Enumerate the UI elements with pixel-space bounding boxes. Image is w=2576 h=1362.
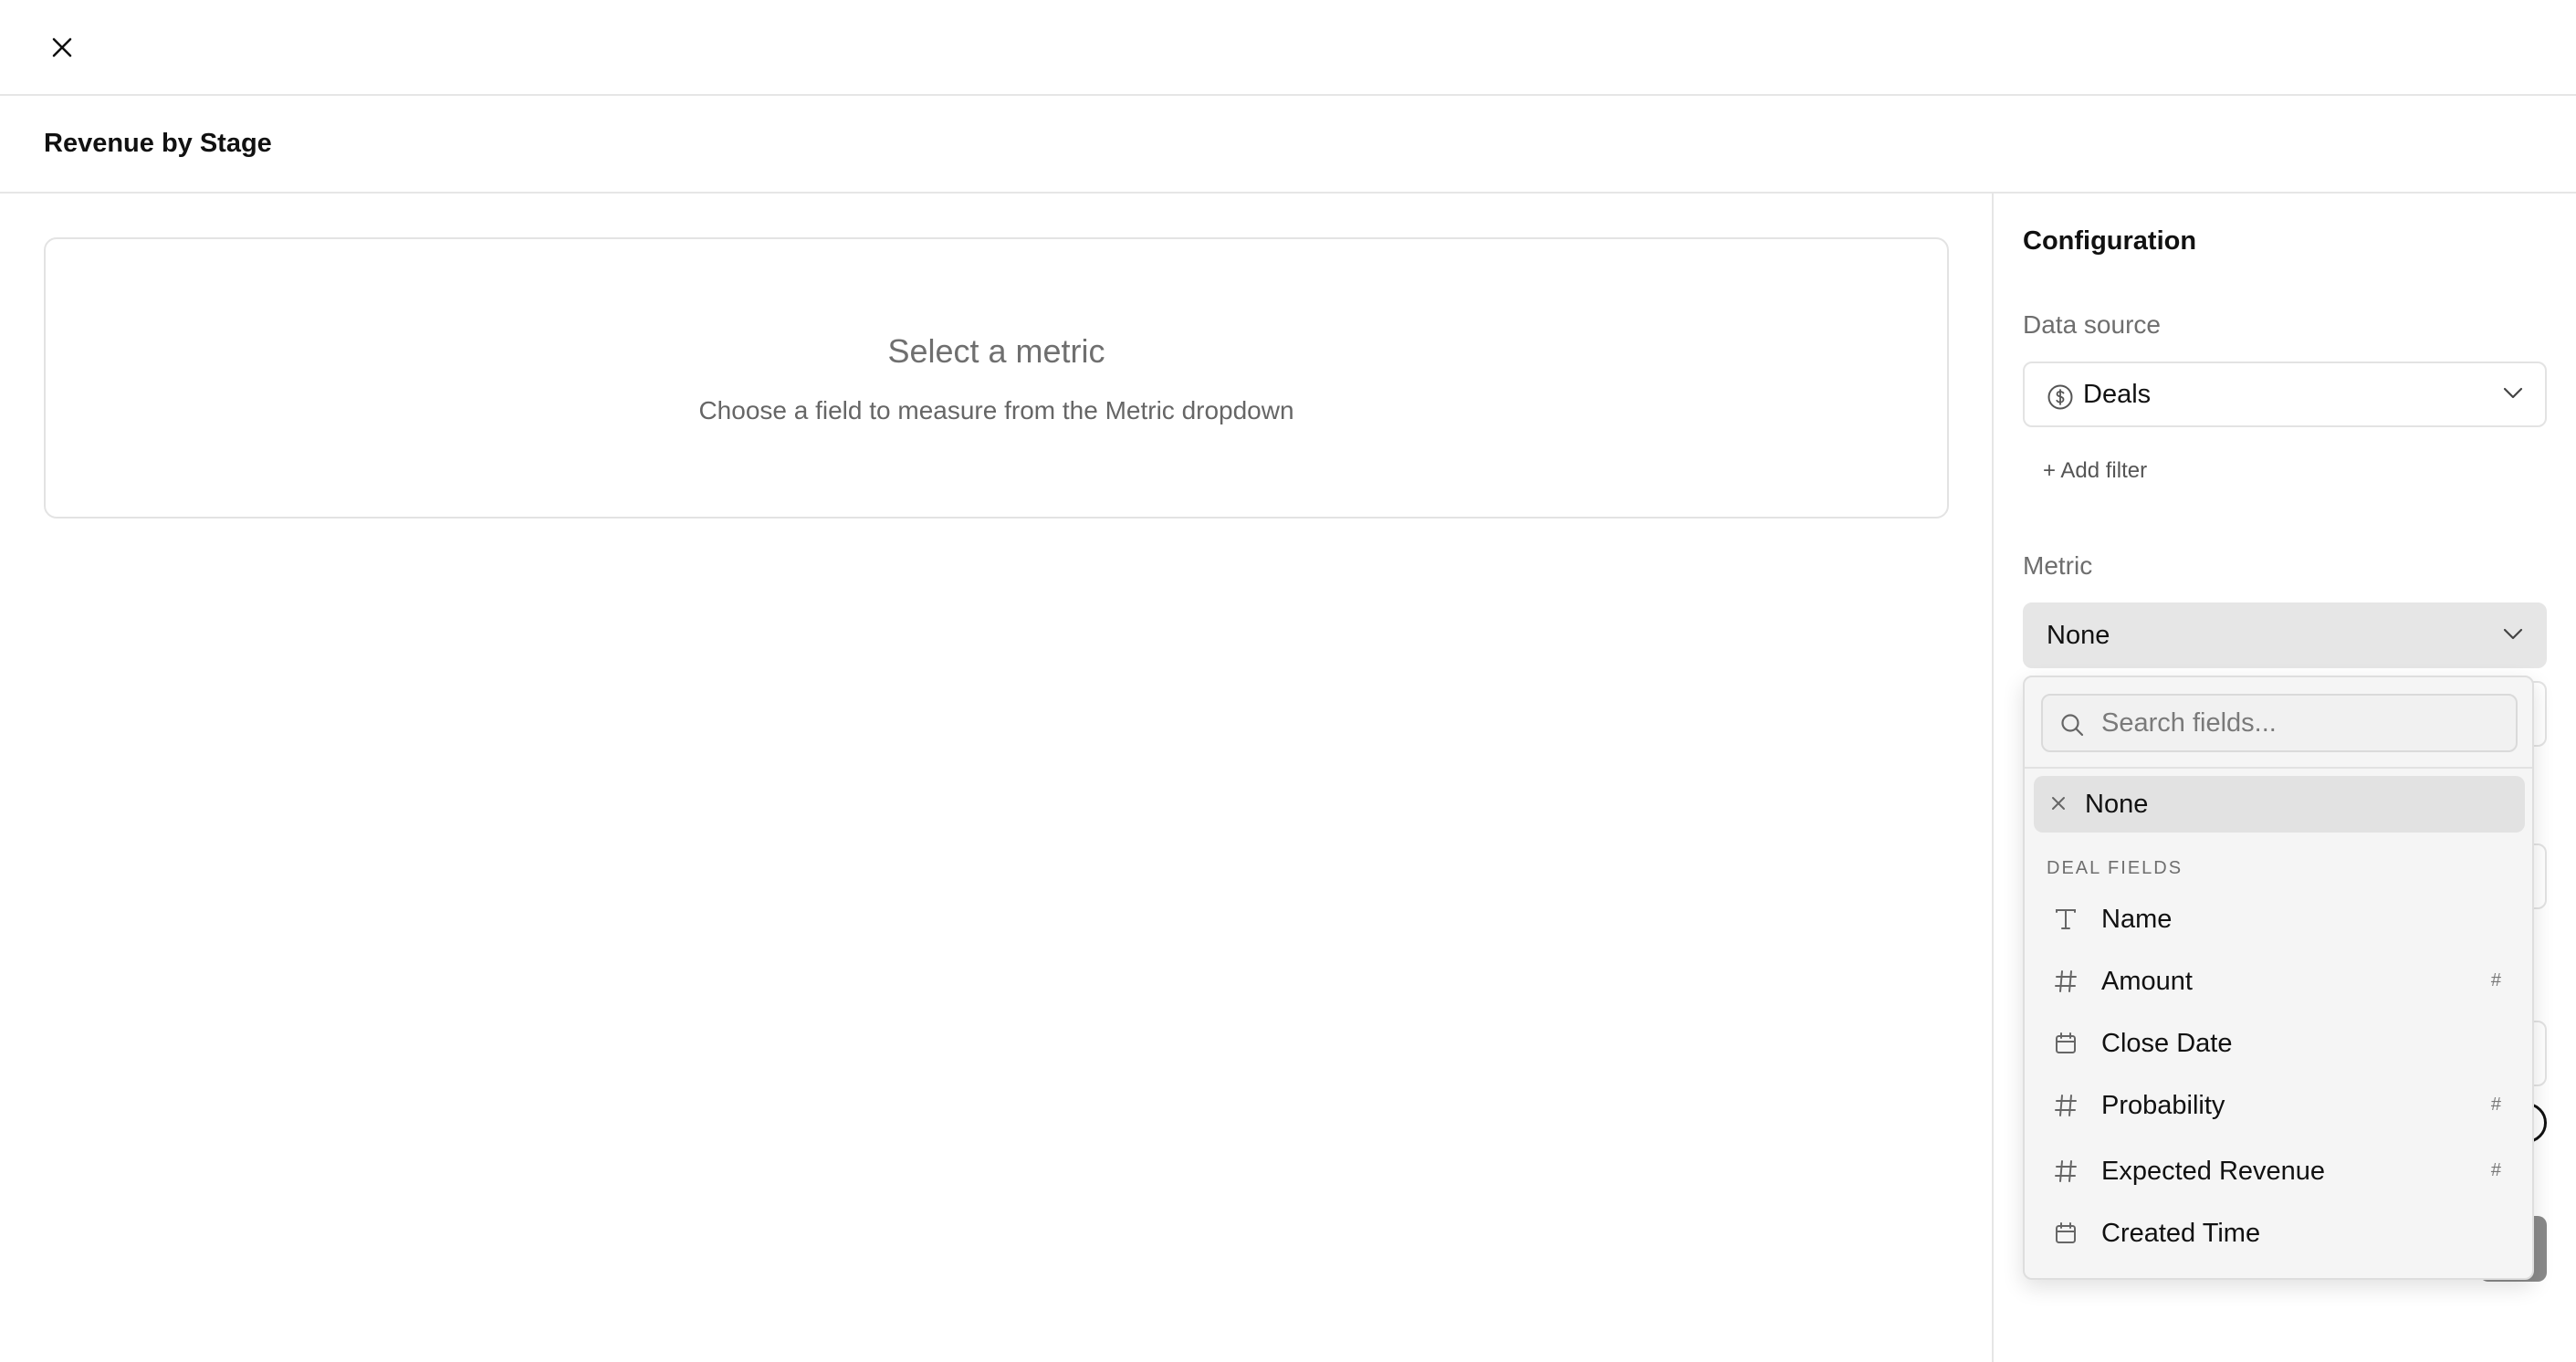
metric-value: None bbox=[2047, 620, 2110, 650]
search-input[interactable] bbox=[2101, 707, 2503, 739]
option-label: Created Time bbox=[2101, 1218, 2261, 1248]
option-label: Expected Revenue bbox=[2101, 1156, 2326, 1186]
number-badge: # bbox=[2490, 1095, 2501, 1115]
option-name[interactable]: Name bbox=[2034, 891, 2525, 948]
hash-icon bbox=[2054, 1094, 2078, 1117]
option-label: Probability bbox=[2101, 1090, 2225, 1120]
option-label: Amount bbox=[2101, 966, 2193, 996]
top-bar bbox=[0, 0, 2576, 96]
empty-state-heading: Select a metric bbox=[887, 332, 1105, 370]
option-expected-revenue[interactable]: Expected Revenue # bbox=[2034, 1143, 2525, 1200]
group-label-deal-fields: DEAL FIELDS bbox=[2047, 858, 2183, 878]
add-filter-button[interactable]: + Add filter bbox=[2043, 458, 2147, 484]
panel-divider bbox=[1992, 194, 1994, 1362]
dollar-circle-icon bbox=[2047, 383, 2074, 411]
calendar-icon bbox=[2054, 1032, 2078, 1055]
data-source-select[interactable]: Deals bbox=[2023, 361, 2547, 427]
option-probability[interactable]: Probability # bbox=[2034, 1077, 2525, 1134]
configuration-title: Configuration bbox=[2023, 226, 2197, 256]
metric-dropdown-menu: None DEAL FIELDS Name Amount # Close Dat… bbox=[2023, 676, 2534, 1280]
title-bar: Revenue by Stage bbox=[0, 96, 2576, 194]
option-amount[interactable]: Amount # bbox=[2034, 953, 2525, 1010]
calendar-icon bbox=[2054, 1221, 2078, 1245]
search-icon bbox=[2059, 712, 2085, 738]
number-badge: # bbox=[2490, 970, 2501, 990]
page-title: Revenue by Stage bbox=[44, 129, 272, 158]
empty-state-subtext: Choose a field to measure from the Metri… bbox=[698, 396, 1294, 424]
option-close-date[interactable]: Close Date bbox=[2034, 1015, 2525, 1072]
data-source-value: Deals bbox=[2083, 379, 2152, 409]
dropdown-divider bbox=[2025, 767, 2532, 769]
option-label: Close Date bbox=[2101, 1028, 2233, 1058]
hash-icon bbox=[2054, 969, 2078, 993]
option-created-time[interactable]: Created Time bbox=[2034, 1205, 2525, 1262]
option-label: Name bbox=[2101, 904, 2173, 934]
close-icon bbox=[2050, 795, 2067, 812]
metric-select[interactable]: None bbox=[2023, 602, 2547, 668]
option-none[interactable]: None bbox=[2034, 776, 2525, 833]
chevron-down-icon bbox=[2503, 387, 2523, 400]
number-badge: # bbox=[2490, 1160, 2501, 1180]
close-button[interactable] bbox=[46, 31, 79, 64]
option-label: None bbox=[2085, 789, 2149, 819]
close-icon bbox=[52, 37, 72, 58]
hash-icon bbox=[2054, 1159, 2078, 1183]
metric-label: Metric bbox=[2023, 551, 2093, 580]
search-field[interactable] bbox=[2041, 694, 2518, 752]
text-icon bbox=[2054, 907, 2078, 931]
chart-preview-card: Select a metric Choose a field to measur… bbox=[44, 237, 1949, 519]
chevron-down-icon bbox=[2503, 628, 2523, 641]
data-source-label: Data source bbox=[2023, 310, 2161, 339]
